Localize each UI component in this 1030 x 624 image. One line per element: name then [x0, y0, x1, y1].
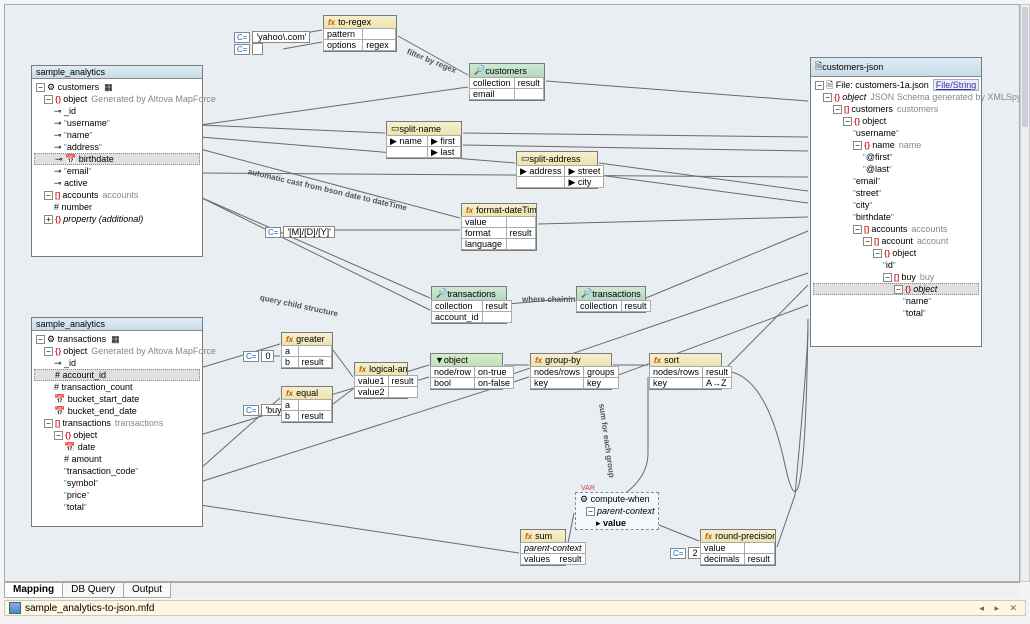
tab-output[interactable]: Output	[123, 583, 171, 598]
fn-sort[interactable]: sort nodes/rowsresult keyA→Z	[649, 353, 722, 390]
file-icon	[9, 602, 21, 614]
bottom-tabs: Mapping DB Query Output	[4, 582, 1020, 598]
const-datefmt[interactable]: C='[M]/[D]/[Y]'	[265, 226, 335, 238]
fn-customers-filter[interactable]: 🔎 customers collectionresult email	[469, 63, 545, 101]
file-string-button[interactable]: File/String	[933, 79, 980, 91]
const-empty[interactable]: C=	[234, 43, 263, 55]
const-two[interactable]: C=2	[670, 547, 701, 559]
fn-split-address[interactable]: ▭ split-address ▶ address▶ street ▶ city	[516, 151, 598, 189]
fn-equal[interactable]: equal a bresult	[281, 386, 333, 423]
fn-transactions-query[interactable]: 🔎 transactions collectionresult account_…	[431, 286, 507, 324]
label-sumgroup: sum for each group	[597, 403, 616, 478]
label-wherechain: where chaining	[522, 295, 580, 304]
fn-sum[interactable]: sum parent-context valuesresult	[520, 529, 566, 566]
label-filter-regex: filter by regex	[406, 47, 458, 75]
file-name[interactable]: sample_analytics-to-json.mfd	[25, 603, 155, 614]
fn-round-precision[interactable]: round-precision value decimalsresult	[700, 529, 776, 566]
node-title: sample_analytics	[32, 318, 202, 331]
tab-mapping[interactable]: Mapping	[4, 583, 63, 598]
fn-greater[interactable]: greater a bresult	[281, 332, 333, 369]
fn-group-by[interactable]: group-by nodes/rowsgroups keykey	[530, 353, 612, 390]
fn-compute-when[interactable]: ⚙ compute-when −parent-context ▸ value	[575, 492, 659, 530]
scrollbar-vertical[interactable]	[1020, 4, 1030, 582]
tab-dbquery[interactable]: DB Query	[62, 583, 124, 598]
source-transactions[interactable]: sample_analytics −⚙ transactions ▦ −obje…	[31, 317, 203, 527]
fn-object-filter[interactable]: ▼ object node/rowon-true boolon-false	[430, 353, 503, 390]
label-querychild: query child structure	[259, 293, 339, 318]
label-autocast: automatic cast from bson date to dateTim…	[247, 167, 408, 212]
fn-logical-and[interactable]: logical-and value1result value2	[354, 362, 408, 399]
node-title: sample_analytics	[32, 66, 202, 79]
source-customers[interactable]: sample_analytics −⚙ customers ▦ −objectG…	[31, 65, 203, 257]
fn-to-regex[interactable]: to-regex pattern optionsregex	[323, 15, 397, 52]
mapping-canvas[interactable]: C='yahoo\.com' C= C='[M]/[D]/[Y]' C=0 C=…	[4, 4, 1020, 582]
tree-root[interactable]: −⚙ customers ▦	[34, 81, 200, 93]
var-tag: VAR	[581, 485, 595, 492]
fn-split-name[interactable]: ▭ split-name ▶ name▶ first ▶ last	[386, 121, 462, 159]
fn-transactions-filter[interactable]: 🔎 transactions collectionresult	[576, 286, 646, 313]
file-bar: sample_analytics-to-json.mfd ◂ ▸ ✕	[4, 600, 1026, 616]
const-yahoo[interactable]: C='yahoo\.com'	[234, 31, 310, 43]
dest-customers-json[interactable]: 🗎 customers-json −🗎 File: customers-1a.j…	[810, 57, 982, 347]
const-zero[interactable]: C=0	[243, 350, 274, 362]
file-tab-controls[interactable]: ◂ ▸ ✕	[975, 603, 1025, 614]
fn-format-datetime[interactable]: format-dateTime value formatresult langu…	[461, 203, 537, 251]
